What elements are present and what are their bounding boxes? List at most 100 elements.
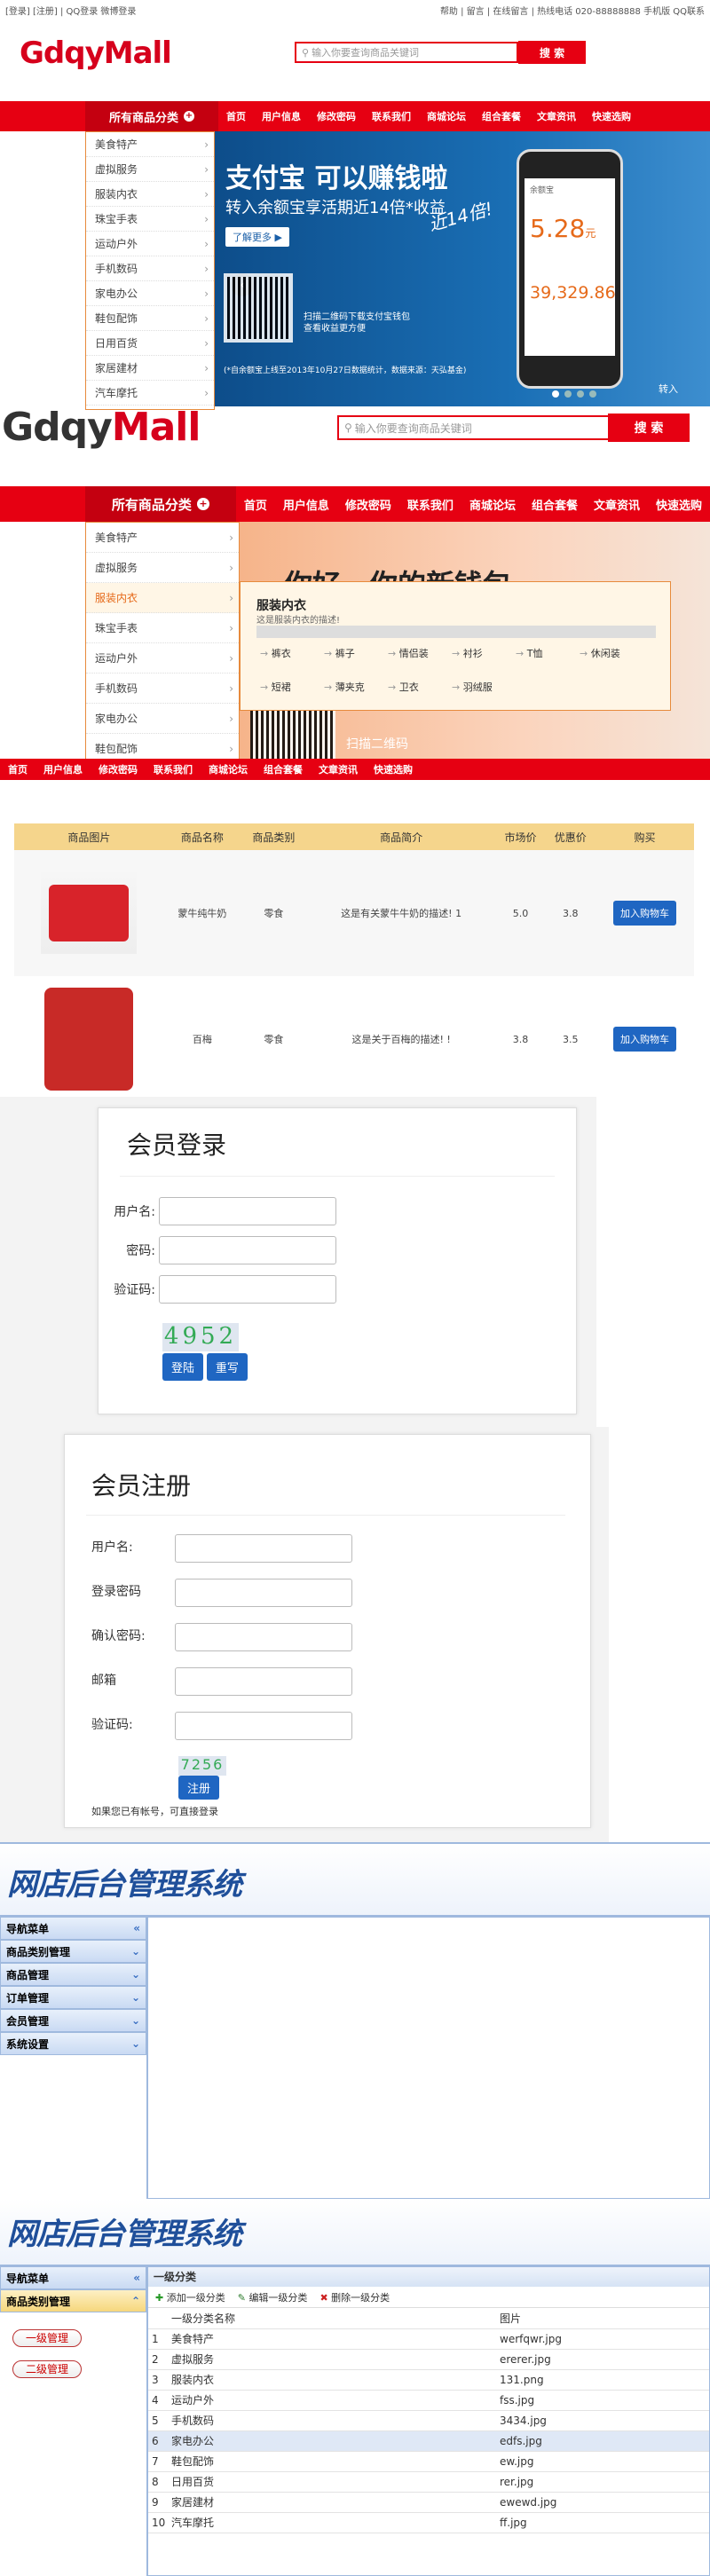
nav-item[interactable]: 用户信息 — [254, 109, 309, 123]
login-button[interactable]: 登陆 — [162, 1353, 204, 1381]
nav-item[interactable]: 用户信息 — [275, 496, 337, 513]
category-item[interactable]: 美食特产 › — [86, 523, 239, 553]
level1-manage-button[interactable]: 一级管理 — [12, 2329, 83, 2347]
reg-email-input[interactable] — [175, 1667, 352, 1696]
category-item[interactable]: 珠宝手表 › — [86, 613, 239, 643]
logo[interactable]: GdqyMall — [20, 35, 172, 71]
subcategory-link[interactable]: → 情侣装 — [388, 646, 452, 660]
table-row[interactable]: 2 虚拟服务 ererer.jpg — [148, 2349, 709, 2370]
all-categories-button[interactable]: 所有商品分类 + — [85, 101, 218, 131]
nav-item[interactable]: 首页 — [218, 109, 254, 123]
category-item[interactable]: 家电办公 › — [86, 281, 214, 306]
sidebar-item[interactable]: 订单管理 ⌄ — [0, 1986, 146, 2009]
add-to-cart-button[interactable]: 加入购物车 — [612, 901, 676, 926]
subcategory-link[interactable]: → 羽绒服 — [452, 680, 516, 694]
category-item[interactable]: 家电办公 › — [86, 704, 239, 734]
username-input[interactable] — [159, 1197, 336, 1225]
search-input[interactable]: ⚲ 输入你要查询商品关键词 — [295, 42, 518, 63]
category-item[interactable]: 汽车摩托 › — [86, 381, 214, 406]
top-links-right[interactable]: 帮助 | 留言 | 在线留言 | 热线电话 020-88888888 手机版 Q… — [440, 4, 705, 17]
nav-item[interactable]: 修改密码 — [337, 496, 399, 513]
nav-item[interactable]: 商城论坛 — [419, 109, 474, 123]
add-category-button[interactable]: ✚ 添加一级分类 — [155, 2290, 225, 2304]
category-item[interactable]: 鞋包配饰 › — [86, 306, 214, 331]
category-item[interactable]: 运动户外 › — [86, 232, 214, 256]
reg-password-input[interactable] — [175, 1579, 352, 1607]
captcha-input[interactable] — [159, 1275, 336, 1304]
category-item[interactable]: 珠宝手表 › — [86, 207, 214, 232]
nav-item[interactable]: 首页 — [236, 496, 275, 513]
reg-captcha-image[interactable]: 7256 — [178, 1756, 226, 1776]
nav-item[interactable]: 组合套餐 — [474, 109, 529, 123]
hero-banner[interactable]: 支付宝 可以赚钱啦 转入余额宝享活期近14倍*收益 了解更多 ▶ ‹ 扫描二维码… — [215, 131, 710, 406]
red-nav-item[interactable]: 文章资讯 — [311, 762, 366, 776]
table-row[interactable]: 6 家电办公 edfs.jpg — [148, 2430, 709, 2452]
register-button[interactable]: 注册 — [178, 1776, 220, 1800]
category-item[interactable]: 虚拟服务 › — [86, 157, 214, 182]
category-item[interactable]: 虚拟服务 › — [86, 553, 239, 583]
red-nav-item[interactable]: 首页 — [0, 762, 36, 776]
subcategory-link[interactable]: → 卫衣 — [388, 680, 452, 694]
all-categories-button-2[interactable]: 所有商品分类 + — [85, 486, 236, 522]
sidebar-item[interactable]: 商品管理 ⌄ — [0, 1963, 146, 1986]
sidebar-item[interactable]: 系统设置 ⌄ — [0, 2032, 146, 2055]
add-to-cart-button[interactable]: 加入购物车 — [612, 1027, 676, 1052]
search-button[interactable]: 搜 索 — [518, 41, 586, 64]
product-name[interactable]: 百梅 — [164, 976, 241, 1102]
password-input[interactable] — [159, 1236, 336, 1264]
subcategory-link[interactable]: → T恤 — [516, 646, 580, 660]
subcategory-link[interactable]: → 裤衣 — [260, 646, 324, 660]
category-item[interactable]: 运动户外 › — [86, 643, 239, 674]
nav-item[interactable]: 快速选购 — [648, 496, 710, 513]
learn-more-button[interactable]: 了解更多 ▶ — [225, 227, 289, 247]
nav-item[interactable]: 文章资讯 — [586, 496, 648, 513]
table-row[interactable]: 4 运动户外 fss.jpg — [148, 2390, 709, 2411]
reg-confirm-input[interactable] — [175, 1623, 352, 1651]
logo-2[interactable]: GdqyMall — [2, 405, 201, 450]
category-item[interactable]: 美食特产 › — [86, 132, 214, 157]
captcha-image[interactable]: 4952 — [162, 1323, 239, 1351]
table-row[interactable]: 5 手机数码 3434.jpg — [148, 2410, 709, 2431]
search-button-2[interactable]: 搜 索 — [608, 414, 690, 442]
subcategory-link[interactable]: → 薄夹克 — [324, 680, 388, 694]
category-item[interactable]: 服装内衣 › — [86, 583, 239, 613]
top-links-left[interactable]: [登录] [注册] | QQ登录 微博登录 — [5, 4, 136, 17]
nav-item[interactable]: 联系我们 — [399, 496, 462, 513]
col-image-header[interactable]: 图片 — [496, 2308, 709, 2329]
table-row[interactable]: 3 服装内衣 131.png — [148, 2369, 709, 2391]
reset-button[interactable]: 重写 — [206, 1353, 248, 1381]
nav-item[interactable]: 商城论坛 — [462, 496, 524, 513]
sidebar-item-category[interactable]: 商品类别管理 ⌃ — [0, 2289, 146, 2312]
login-hint[interactable]: 如果您已有帐号，可直接登录 — [91, 1804, 218, 1818]
sidebar-item[interactable]: 会员管理 ⌄ — [0, 2009, 146, 2032]
red-nav-item[interactable]: 商城论坛 — [201, 762, 256, 776]
nav-item[interactable]: 快速选购 — [584, 109, 639, 123]
sidebar-head[interactable]: 导航菜单 « — [0, 2266, 146, 2289]
slider-dots[interactable] — [552, 390, 596, 398]
delete-category-button[interactable]: ✖ 删除一级分类 — [320, 2290, 390, 2304]
sidebar-item[interactable]: 商品类别管理 ⌄ — [0, 1940, 146, 1963]
nav-item[interactable]: 文章资讯 — [529, 109, 584, 123]
sidebar-item[interactable]: 导航菜单 « — [0, 1917, 146, 1940]
level2-manage-button[interactable]: 二级管理 — [12, 2360, 83, 2378]
reg-username-input[interactable] — [175, 1534, 352, 1563]
banner-join-link[interactable]: 转入 — [659, 382, 678, 396]
red-nav-item[interactable]: 联系我们 — [146, 762, 201, 776]
red-nav-item[interactable]: 修改密码 — [91, 762, 146, 776]
col-name-header[interactable]: 一级分类名称 — [168, 2308, 496, 2329]
product-name[interactable]: 蒙牛纯牛奶 — [164, 850, 241, 976]
subcategory-link[interactable]: → 休闲装 — [580, 646, 643, 660]
red-nav-item[interactable]: 用户信息 — [36, 762, 91, 776]
nav-item[interactable]: 修改密码 — [309, 109, 364, 123]
category-item[interactable]: 服装内衣 › — [86, 182, 214, 207]
reg-captcha-input[interactable] — [175, 1712, 352, 1740]
table-row[interactable]: 10 汽车摩托 ff.jpg — [148, 2512, 709, 2533]
red-nav-item[interactable]: 组合套餐 — [256, 762, 311, 776]
category-item[interactable]: 手机数码 › — [86, 674, 239, 704]
category-item[interactable]: 家居建材 › — [86, 356, 214, 381]
table-row[interactable]: 7 鞋包配饰 ew.jpg — [148, 2451, 709, 2472]
category-item[interactable]: 手机数码 › — [86, 256, 214, 281]
category-item[interactable]: 日用百货 › — [86, 331, 214, 356]
product-image-plum[interactable] — [44, 988, 134, 1091]
product-image-milk[interactable] — [49, 885, 130, 941]
